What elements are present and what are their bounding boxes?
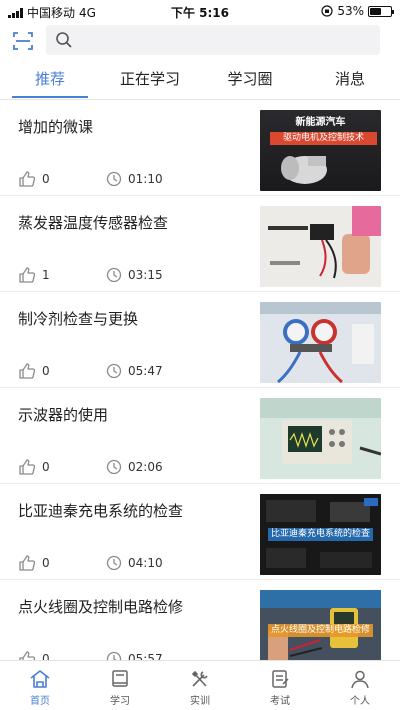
thumbnail-caption: 点火线圈及控制电路检修 [268, 624, 373, 637]
clock-icon [106, 171, 122, 187]
like-count-value: 1 [42, 268, 50, 282]
lesson-title: 示波器的使用 [18, 406, 109, 424]
tab-bar: 推荐 正在学习 学习圈 消息 [0, 62, 400, 100]
duration-value: 05:57 [128, 652, 163, 660]
lesson-thumbnail: 比亚迪秦充电系统的检查 [260, 494, 381, 575]
gauge-set-image [260, 302, 381, 383]
scan-icon[interactable] [12, 30, 34, 52]
like-count-value: 0 [42, 556, 50, 570]
lesson-meta: 0 05:57 [18, 650, 163, 660]
like-count: 1 [18, 266, 106, 284]
search-row [0, 22, 400, 58]
orientation-lock-icon [321, 5, 333, 17]
lesson-meta: 0 05:47 [18, 362, 163, 380]
duration: 05:47 [106, 363, 163, 379]
thumbs-up-icon [19, 171, 36, 187]
status-right: 53% [321, 4, 394, 18]
search-icon [56, 32, 72, 48]
duration: 03:15 [106, 267, 163, 283]
like-count-value: 0 [42, 460, 50, 474]
tab-learning[interactable]: 正在学习 [100, 62, 200, 99]
lesson-meta: 0 01:10 [18, 170, 163, 188]
duration-value: 04:10 [128, 556, 163, 570]
tools-icon [191, 670, 208, 687]
duration: 01:10 [106, 171, 163, 187]
like-count: 0 [18, 362, 106, 380]
battery-icon [368, 5, 394, 17]
status-bar: 中国移动 4G 下午 5:16 53% [0, 0, 400, 22]
duration: 04:10 [106, 555, 163, 571]
duration-value: 03:15 [128, 268, 163, 282]
tab-recommended[interactable]: 推荐 [0, 62, 100, 99]
person-icon [351, 670, 369, 689]
nav-home-label: 首页 [30, 696, 50, 707]
lesson-item[interactable]: 点火线圈及控制电路检修 0 05:57 点火线圈及控制电路检修 [0, 580, 400, 660]
lesson-thumbnail: 点火线圈及控制电路检修 [260, 590, 381, 660]
lesson-meta: 0 04:10 [18, 554, 163, 572]
clock-icon [106, 363, 122, 379]
like-count: 0 [18, 554, 106, 572]
thumbs-up-icon [19, 555, 36, 571]
like-count: 0 [18, 650, 106, 660]
lesson-title: 制冷剂检查与更换 [18, 310, 139, 328]
lesson-item[interactable]: 比亚迪秦充电系统的检查 0 04:10 比亚迪秦充电系统的检查 [0, 484, 400, 580]
nav-profile[interactable]: 个人 [320, 661, 400, 710]
duration: 05:57 [106, 651, 163, 660]
like-count: 0 [18, 170, 106, 188]
lesson-meta: 1 03:15 [18, 266, 163, 284]
lesson-title: 蒸发器温度传感器检查 [18, 214, 169, 232]
duration-value: 01:10 [128, 172, 163, 186]
duration-value: 02:06 [128, 460, 163, 474]
nav-study-label: 学习 [110, 696, 130, 707]
lesson-list: 增加的微课 0 01:10 新能源汽车 驱动电机及控制技术 蒸发器温度传感器检查 [0, 100, 400, 660]
nav-profile-label: 个人 [350, 696, 370, 707]
like-count-value: 0 [42, 652, 50, 660]
clock-icon [106, 555, 122, 571]
battery-percent: 53% [337, 4, 364, 18]
lesson-title: 增加的微课 [18, 118, 94, 136]
tab-study-circle[interactable]: 学习圈 [200, 62, 300, 99]
nav-exam[interactable]: 考试 [240, 661, 320, 710]
thumbs-up-icon [19, 459, 36, 475]
like-count-value: 0 [42, 364, 50, 378]
clock-icon [106, 651, 122, 660]
nav-home[interactable]: 首页 [0, 661, 80, 710]
lesson-title: 比亚迪秦充电系统的检查 [18, 502, 184, 520]
home-icon [30, 670, 50, 688]
lesson-thumbnail [260, 302, 381, 383]
lesson-meta: 0 02:06 [18, 458, 163, 476]
motor-image [281, 156, 327, 184]
clock-icon [106, 459, 122, 475]
lesson-item[interactable]: 制冷剂检查与更换 0 05:47 [0, 292, 400, 388]
nav-study[interactable]: 学习 [80, 661, 160, 710]
tab-messages[interactable]: 消息 [300, 62, 400, 99]
oscilloscope-image [260, 398, 381, 479]
lesson-thumbnail [260, 206, 381, 287]
clock-icon [106, 267, 122, 283]
thumbs-up-icon [19, 267, 36, 283]
like-count: 0 [18, 458, 106, 476]
search-bar[interactable] [46, 25, 380, 55]
thumbnail-caption: 比亚迪秦充电系统的检查 [268, 528, 373, 541]
lesson-item[interactable]: 示波器的使用 0 02:06 [0, 388, 400, 484]
lesson-thumbnail: 新能源汽车 驱动电机及控制技术 [260, 110, 381, 191]
lesson-item[interactable]: 蒸发器温度传感器检查 1 03:15 [0, 196, 400, 292]
nav-training-label: 实训 [190, 696, 210, 707]
lesson-title: 点火线圈及控制电路检修 [18, 598, 184, 616]
sensor-lab-image [260, 206, 381, 287]
nav-exam-label: 考试 [270, 696, 290, 707]
lesson-item[interactable]: 增加的微课 0 01:10 新能源汽车 驱动电机及控制技术 [0, 100, 400, 196]
exam-icon [272, 670, 289, 688]
duration-value: 05:47 [128, 364, 163, 378]
nav-training[interactable]: 实训 [160, 661, 240, 710]
bottom-nav: 首页 学习 实训 考试 个人 [0, 660, 400, 710]
lesson-thumbnail [260, 398, 381, 479]
like-count-value: 0 [42, 172, 50, 186]
thumbs-up-icon [19, 651, 36, 660]
thumbs-up-icon [19, 363, 36, 379]
duration: 02:06 [106, 459, 163, 475]
search-input[interactable] [80, 25, 370, 55]
book-icon [112, 670, 128, 687]
